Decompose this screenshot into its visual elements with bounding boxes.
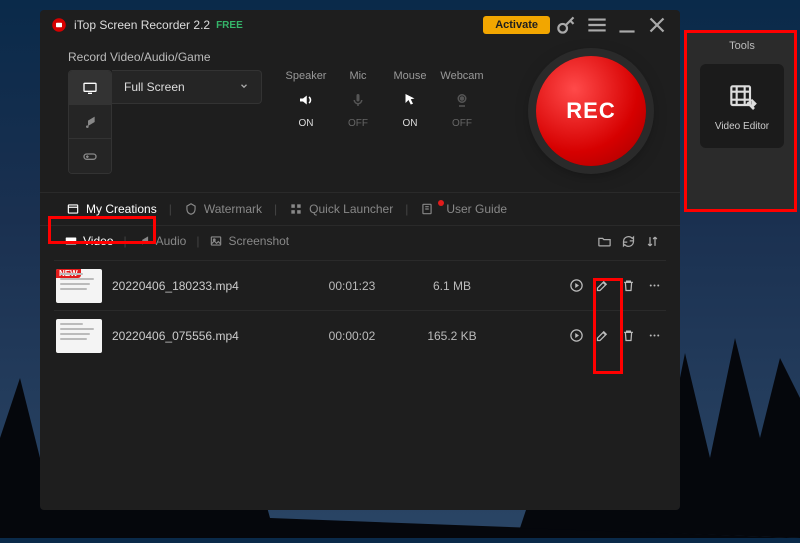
toggle-label: Speaker <box>280 70 332 82</box>
delete-icon[interactable] <box>620 328 636 343</box>
tab-label: Watermark <box>204 202 262 216</box>
titlebar: iTop Screen Recorder 2.2 FREE Activate <box>40 10 680 40</box>
toggle-state: OFF <box>332 118 384 129</box>
mode-audio-button[interactable] <box>69 105 111 139</box>
sort-icon[interactable] <box>640 233 664 248</box>
tab-label: Quick Launcher <box>309 202 393 216</box>
close-icon[interactable] <box>644 12 670 38</box>
refresh-icon[interactable] <box>616 233 640 248</box>
key-icon[interactable] <box>554 12 580 38</box>
record-mode-column <box>68 70 112 174</box>
mic-icon <box>332 88 384 112</box>
toggle-state: ON <box>280 118 332 129</box>
menu-icon[interactable] <box>584 12 610 38</box>
toggle-state: OFF <box>436 118 488 129</box>
edit-icon[interactable] <box>594 278 610 293</box>
tab-label: My Creations <box>86 202 157 216</box>
tab-watermark[interactable]: Watermark <box>174 193 272 225</box>
tool-label: Video Editor <box>715 121 769 132</box>
toggle-label: Webcam <box>436 70 488 82</box>
file-size: 6.1 MB <box>402 279 502 293</box>
file-thumbnail[interactable]: NEW <box>56 269 102 303</box>
toggle-label: Mic <box>332 70 384 82</box>
subtab-screenshot[interactable]: Screenshot <box>201 234 297 248</box>
minimize-icon[interactable] <box>614 12 640 38</box>
file-name: 20220406_180233.mp4 <box>112 279 302 293</box>
app-logo-icon <box>50 16 68 34</box>
free-badge: FREE <box>216 20 243 31</box>
film-edit-icon <box>726 81 758 113</box>
tool-video-editor[interactable]: Video Editor <box>700 64 784 148</box>
mouse-icon <box>384 88 436 112</box>
file-list: NEW 20220406_180233.mp4 00:01:23 6.1 MB … <box>40 256 680 360</box>
subtab-label: Video <box>83 234 113 248</box>
file-actions <box>568 278 666 293</box>
toggle-label: Mouse <box>384 70 436 82</box>
tab-quick-launcher[interactable]: Quick Launcher <box>279 193 403 225</box>
creation-subtabs: Video | Audio | Screenshot <box>40 226 680 256</box>
subtab-label: Audio <box>156 234 187 248</box>
toggle-mouse[interactable]: Mouse ON <box>384 70 436 129</box>
tab-my-creations[interactable]: My Creations <box>56 193 167 225</box>
delete-icon[interactable] <box>620 278 636 293</box>
more-icon[interactable] <box>646 328 662 343</box>
toggle-webcam[interactable]: Webcam OFF <box>436 70 488 129</box>
subtab-video[interactable]: Video <box>56 234 121 248</box>
screen-area-label: Full Screen <box>124 80 185 94</box>
subtab-label: Screenshot <box>228 234 289 248</box>
record-panel: Full Screen Speaker ON Mic OFF Mouse ON … <box>40 70 680 192</box>
app-title: iTop Screen Recorder 2.2 <box>74 18 210 32</box>
file-actions <box>568 328 666 343</box>
tools-title: Tools <box>729 40 755 52</box>
file-duration: 00:01:23 <box>302 279 402 293</box>
subtab-audio[interactable]: Audio <box>129 234 195 248</box>
toggle-state: ON <box>384 118 436 129</box>
file-thumbnail[interactable] <box>56 319 102 353</box>
file-row: 20220406_075556.mp4 00:00:02 165.2 KB <box>54 310 666 360</box>
guide-icon <box>420 202 440 216</box>
tab-user-guide[interactable]: User Guide <box>410 193 517 225</box>
edit-icon[interactable] <box>594 328 610 343</box>
tools-panel: Tools Video Editor <box>687 30 797 210</box>
app-window: iTop Screen Recorder 2.2 FREE Activate R… <box>40 10 680 510</box>
mode-game-button[interactable] <box>69 139 111 173</box>
main-tabs: My Creations | Watermark | Quick Launche… <box>40 192 680 226</box>
play-icon[interactable] <box>568 278 584 293</box>
toggle-speaker[interactable]: Speaker ON <box>280 70 332 129</box>
more-icon[interactable] <box>646 278 662 293</box>
tab-label: User Guide <box>446 202 507 216</box>
file-size: 165.2 KB <box>402 329 502 343</box>
toggle-row: Speaker ON Mic OFF Mouse ON Webcam OFF <box>280 70 488 129</box>
record-button-label: REC <box>566 98 615 124</box>
screen-area-select[interactable]: Full Screen <box>112 70 262 104</box>
activate-button[interactable]: Activate <box>483 16 550 34</box>
file-name: 20220406_075556.mp4 <box>112 329 302 343</box>
open-folder-icon[interactable] <box>592 233 616 248</box>
chevron-down-icon <box>239 80 249 94</box>
webcam-icon <box>436 88 488 112</box>
toggle-mic[interactable]: Mic OFF <box>332 70 384 129</box>
speaker-icon <box>280 88 332 112</box>
file-duration: 00:00:02 <box>302 329 402 343</box>
mode-screen-button[interactable] <box>69 71 111 105</box>
record-button[interactable]: REC <box>536 56 646 166</box>
file-row: NEW 20220406_180233.mp4 00:01:23 6.1 MB <box>54 260 666 310</box>
play-icon[interactable] <box>568 328 584 343</box>
